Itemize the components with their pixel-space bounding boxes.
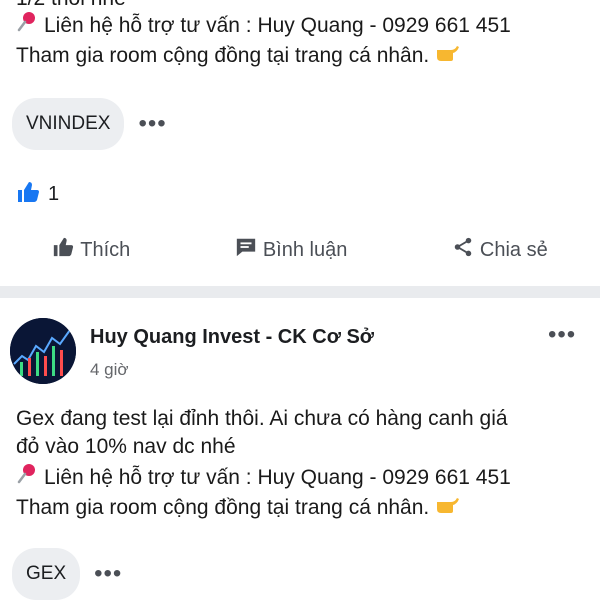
post2-room-line: Tham gia room cộng đồng tại trang cá nhâ…	[16, 494, 461, 521]
share-icon	[452, 236, 480, 264]
share-label: Chia sẻ	[479, 238, 548, 261]
comment-icon	[235, 236, 263, 264]
post2-body-line2: đỏ vào 10% nav dc nhé	[16, 435, 236, 458]
like-count: 1	[48, 183, 60, 205]
pushpin-icon	[16, 462, 38, 491]
more-icon[interactable]: •••	[94, 562, 122, 586]
author-name[interactable]: Huy Quang Invest - CK Cơ Sở	[90, 326, 374, 349]
comment-button[interactable]: Bình luận	[235, 236, 348, 264]
pushpin-icon	[16, 10, 38, 39]
reaction-summary[interactable]: 1	[16, 180, 59, 209]
tag-gex[interactable]: GEX	[12, 548, 81, 600]
post-time[interactable]: 4 giờ	[90, 360, 129, 380]
thumbs-up-icon	[16, 180, 40, 209]
post-divider	[0, 286, 600, 298]
thumbs-up-icon	[52, 236, 80, 264]
more-icon[interactable]: •••	[138, 112, 166, 136]
post2-body-line1: Gex đang test lại đỉnh thôi. Ai chưa có …	[16, 407, 508, 430]
like-button[interactable]: Thích	[52, 236, 130, 264]
post1-room-line: Tham gia room cộng đồng tại trang cá nhâ…	[16, 42, 461, 69]
post2-contact-line: Liên hệ hỗ trợ tư vấn : Huy Quang - 0929…	[16, 462, 511, 491]
tag-vnindex[interactable]: VNINDEX	[12, 98, 125, 150]
avatar[interactable]	[10, 318, 76, 384]
pointing-hand-icon	[435, 42, 461, 69]
share-button[interactable]: Chia sẻ	[452, 236, 548, 264]
post-menu-icon[interactable]: •••	[548, 323, 576, 347]
comment-label: Bình luận	[262, 238, 348, 261]
like-label: Thích	[80, 238, 131, 261]
post1-contact-line: Liên hệ hỗ trợ tư vấn : Huy Quang - 0929…	[16, 10, 511, 39]
pointing-hand-icon	[435, 494, 461, 521]
